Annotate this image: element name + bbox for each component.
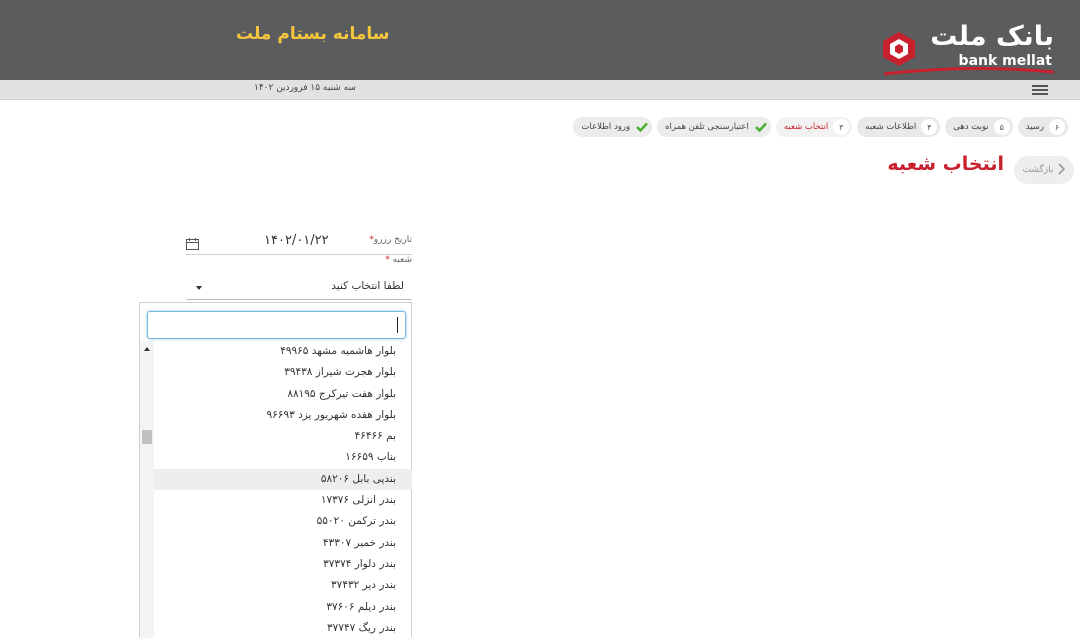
dropdown-option[interactable]: بندر دیر ۳۷۴۳۲ [154,575,412,596]
chevron-right-icon [1057,162,1066,178]
wizard-steps: ورود اطلاعات اعتبارسنجی تلفن همراه ۳ انت… [573,117,1068,137]
step-label: انتخاب شعبه [783,122,829,132]
logo-text-fa: بانک ملت [930,21,1054,52]
text-cursor [397,317,398,333]
check-icon [635,120,649,134]
app-title: سامانه بستام ملت [236,24,390,44]
dropdown-scrollbar[interactable] [140,341,154,638]
dropdown-option[interactable]: بلوار هجرت شیراز ۳۹۴۳۸ [154,362,412,383]
step-6: ۶ رسید [1017,117,1068,137]
step-label: نوبت دهی [953,122,989,132]
dropdown-option[interactable]: بندر خمیر ۴۳۳۰۷ [154,533,412,554]
step-number: ۳ [833,119,850,135]
reservation-date-field[interactable]: ۱۴۰۲/۰۱/۲۲ [186,230,412,255]
dropdown-options-list: بلوار هاشمیه مشهد ۴۹۹۶۵ بلوار هجرت شیراز… [154,341,412,638]
step-number: ۴ [921,119,938,135]
step-2: اعتبارسنجی تلفن همراه [657,117,771,137]
step-label: اطلاعات شعبه [865,122,917,132]
branch-select-value: لطفا انتخاب کنید [331,280,404,292]
logo-swoosh-icon [884,66,1054,76]
back-label: بازگشت [1022,165,1054,175]
step-4: ۴ اطلاعات شعبه [857,117,941,137]
dropdown-option[interactable]: بندر ترکمن ۵۵۰۲۰ [154,511,412,532]
dropdown-option[interactable]: بلوار هاشمیه مشهد ۴۹۹۶۵ [154,341,412,362]
dropdown-search-input[interactable] [147,311,406,339]
scrollbar-thumb[interactable] [142,430,152,444]
dropdown-option[interactable]: بندر دیلم ۳۷۶۰۶ [154,597,412,618]
branch-select[interactable]: لطفا انتخاب کنید [186,276,412,300]
dropdown-option-highlighted[interactable]: بندپی بابل ۵۸۲۰۶ [154,468,412,491]
reservation-date-value: ۱۴۰۲/۰۱/۲۲ [264,233,329,248]
step-number: ۵ [993,119,1010,135]
dropdown-option[interactable]: بلوار هفت تیرکرج ۸۸۱۹۵ [154,384,412,405]
current-date: سه شنبه ۱۵ فروردین ۱۴۰۲ [254,83,356,93]
dropdown-option[interactable]: بم ۴۶۴۶۶ [154,426,412,447]
back-button[interactable]: بازگشت [1014,156,1074,184]
dropdown-option[interactable]: بندر انزلی ۱۷۳۷۶ [154,490,412,511]
bank-mellat-emblem-icon [883,32,915,66]
page-title: انتخاب شعبه [887,153,1004,175]
step-label: اعتبارسنجی تلفن همراه [665,122,749,132]
branch-label-wrap: شعبه * [385,255,412,265]
app-header: سامانه بستام ملت بانک ملت bank mellat [0,0,1080,80]
dropdown-option[interactable]: بندر ریگ ۳۷۷۴۷ [154,618,412,638]
step-3: ۳ انتخاب شعبه [775,117,853,137]
required-mark: * [385,255,390,265]
dropdown-option[interactable]: بندر دلوار ۳۷۳۷۴ [154,554,412,575]
hamburger-menu-icon[interactable] [1032,83,1048,97]
scroll-up-arrow-icon[interactable] [144,347,150,351]
calendar-icon[interactable] [186,238,199,250]
check-icon [754,120,768,134]
branch-dropdown: بلوار هاشمیه مشهد ۴۹۹۶۵ بلوار هجرت شیراز… [139,302,412,638]
step-number: ۶ [1049,119,1065,135]
caret-down-icon [196,286,202,290]
step-label: ورود اطلاعات [581,122,631,132]
step-1: ورود اطلاعات [573,117,653,137]
step-label: رسید [1025,122,1044,132]
bank-logo[interactable]: بانک ملت bank mellat [880,22,1054,78]
dropdown-option[interactable]: بلوار هفده شهریور یزد ۹۶۶۹۳ [154,405,412,426]
dropdown-option[interactable]: بناب ۱۶۶۵۹ [154,447,412,468]
sub-bar: سه شنبه ۱۵ فروردین ۱۴۰۲ [0,80,1080,100]
step-5: ۵ نوبت دهی [945,117,1013,137]
branch-label: شعبه [392,255,412,265]
